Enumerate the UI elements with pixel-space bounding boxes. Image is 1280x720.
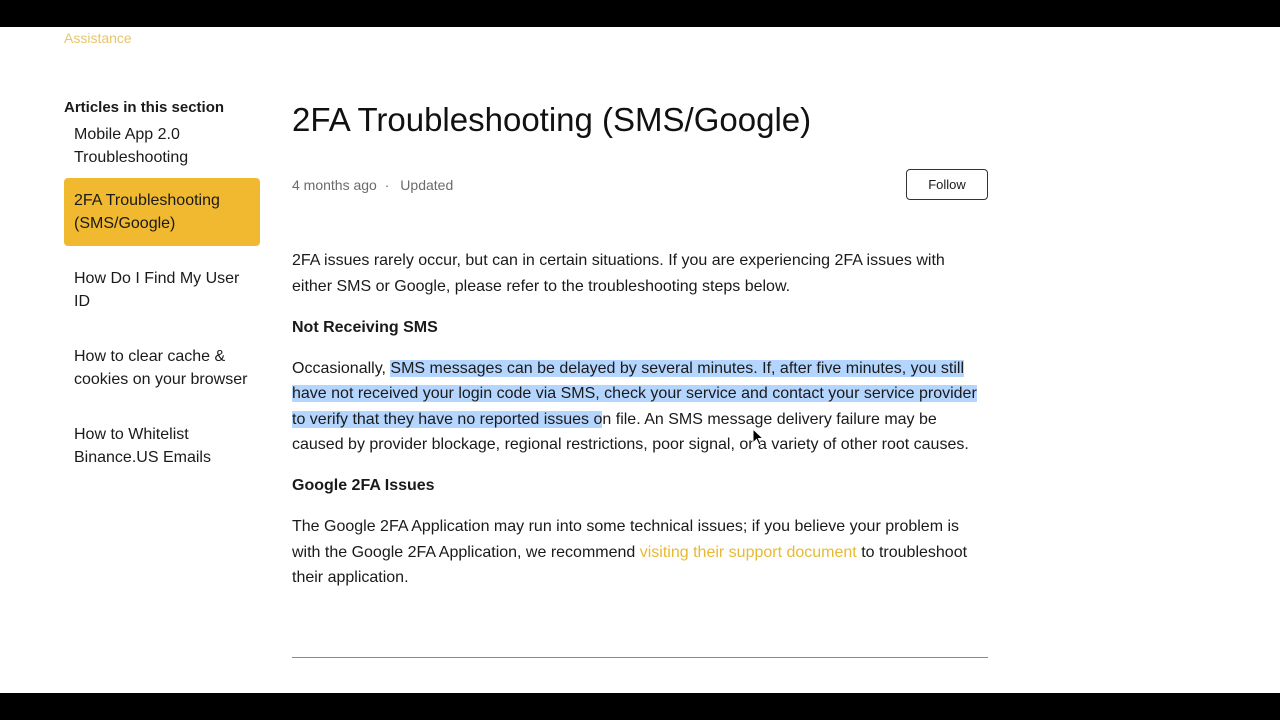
sidebar-item-mobile-app[interactable]: Mobile App 2.0 Troubleshooting [64, 123, 260, 169]
follow-button[interactable]: Follow [906, 169, 988, 200]
sms-paragraph: Occasionally, SMS messages can be delaye… [292, 356, 988, 458]
article-body: 2FA issues rarely occur, but can in cert… [292, 248, 988, 606]
article-title: 2FA Troubleshooting (SMS/Google) [292, 101, 812, 138]
section-heading-sms: Not Receiving SMS [292, 318, 438, 336]
sms-text-start: Occasionally, [292, 359, 391, 377]
sidebar-item-find-user-id[interactable]: How Do I Find My User ID [64, 267, 260, 313]
meta-separator: · [384, 177, 390, 193]
sidebar-item-whitelist-emails[interactable]: How to Whitelist Binance.US Emails [64, 423, 260, 469]
intro-paragraph: 2FA issues rarely occur, but can in cert… [292, 252, 945, 295]
sidebar-item-clear-cache[interactable]: How to clear cache & cookies on your bro… [64, 345, 260, 391]
divider [292, 657, 988, 658]
article-meta: 4 months ago · Updated [292, 177, 453, 193]
article-age: 4 months ago [292, 177, 377, 193]
google-paragraph: The Google 2FA Application may run into … [292, 514, 988, 591]
sidebar-heading: Articles in this section [64, 99, 225, 116]
sidebar-item-2fa-troubleshooting[interactable]: 2FA Troubleshooting (SMS/Google) [64, 178, 260, 246]
article-list: Mobile App 2.0 Troubleshooting 2FA Troub… [64, 123, 260, 469]
support-document-link[interactable]: visiting their support document [640, 544, 857, 561]
help-center-page: Assistance Articles in this section Mobi… [0, 27, 1280, 693]
breadcrumb-assistance[interactable]: Assistance [64, 30, 132, 46]
articles-sidebar: Articles in this section Mobile App 2.0 … [64, 99, 260, 469]
article-status: Updated [400, 177, 454, 193]
section-heading-google: Google 2FA Issues [292, 477, 435, 494]
mouse-cursor-icon [752, 428, 764, 446]
